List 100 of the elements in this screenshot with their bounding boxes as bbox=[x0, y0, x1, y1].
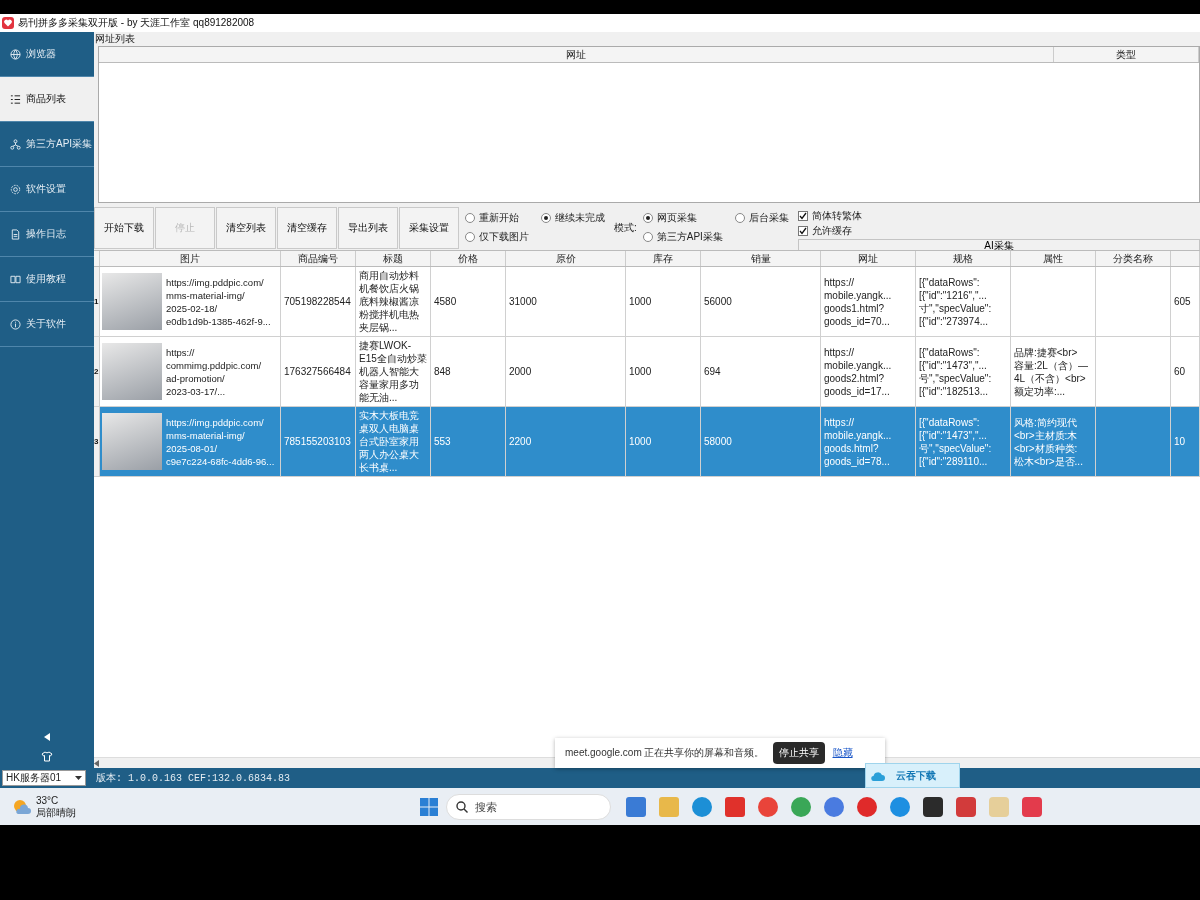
url-list-label: 网址列表 bbox=[94, 32, 135, 46]
stock-cell: 1000 bbox=[626, 407, 701, 476]
title-cell: 捷赛LWOK-E15全自动炒菜机器人智能大容量家用多功能无油... bbox=[356, 337, 431, 406]
photo-placeholder bbox=[102, 273, 162, 330]
settings-icon bbox=[10, 183, 21, 195]
radio-button[interactable] bbox=[541, 213, 551, 223]
book-icon bbox=[10, 273, 21, 285]
product-id-cell: 176327566484 bbox=[281, 337, 356, 406]
sidebar-item[interactable]: 第三方API采集 bbox=[0, 122, 94, 167]
checkbox[interactable] bbox=[797, 226, 808, 236]
image-url-text: https://img.pddpic.com/ mms-material-img/ 2025-08-01/ c9e7c224-68fc-4dd6-96... bbox=[166, 415, 275, 468]
checkbox-option[interactable]: 简体转繁体 bbox=[797, 209, 1200, 223]
original-price-cell: 31000 bbox=[506, 267, 626, 336]
attributes-cell: 风格:简约现代 <br>主材质:木 <br>材质种类: 松木<br>是否... bbox=[1011, 407, 1096, 476]
title-cell: 商用自动炒料机餐饮店火锅底料辣椒酱凉粉搅拌机电热夹层锅... bbox=[356, 267, 431, 336]
original-price-cell: 2200 bbox=[506, 407, 626, 476]
sidebar-item[interactable]: 软件设置 bbox=[0, 167, 94, 212]
product-row[interactable] bbox=[94, 337, 1200, 407]
row-number: 1 bbox=[94, 267, 100, 336]
column-header: 属性 bbox=[1011, 251, 1096, 266]
table-cell: 605 bbox=[1171, 267, 1200, 336]
price-cell: 553 bbox=[431, 407, 506, 476]
product-row[interactable] bbox=[94, 407, 1200, 477]
table-cell: 60 bbox=[1171, 337, 1200, 406]
row-number: 3 bbox=[94, 407, 100, 476]
server-dropdown[interactable]: HK服务器01 bbox=[2, 770, 86, 786]
row-number: 2 bbox=[94, 337, 100, 406]
column-header: 商品编号 bbox=[281, 251, 356, 266]
radio-option[interactable]: 网页采集 bbox=[642, 211, 723, 225]
photo-placeholder bbox=[102, 343, 162, 400]
column-header: 库存 bbox=[626, 251, 701, 266]
photo-placeholder bbox=[102, 413, 162, 470]
toolbar-button[interactable]: 采集设置 bbox=[399, 206, 459, 249]
radio-option[interactable]: 后台采集 bbox=[734, 211, 789, 225]
spec-cell: [{"dataRows": [{"id":"1473","... 号","specValue": [{"id":"289110... bbox=[916, 407, 1011, 476]
column-header: 网址 bbox=[821, 251, 916, 266]
app-icon[interactable] bbox=[922, 796, 943, 817]
product-id-cell: 785155203103 bbox=[281, 407, 356, 476]
collapse-caret-icon[interactable] bbox=[44, 733, 50, 741]
column-header: 类型 bbox=[1054, 47, 1199, 62]
toolbar-button[interactable]: 清空缓存 bbox=[277, 206, 337, 249]
radio-button[interactable] bbox=[465, 213, 475, 223]
nodes-icon bbox=[10, 138, 21, 150]
stop-sharing-button[interactable]: 停止共享 bbox=[772, 742, 825, 764]
radio-option[interactable]: 仅下载图片 bbox=[465, 230, 529, 244]
window-title: 易刊拼多多采集双开版 - by 天涯工作室 qq891282008 bbox=[18, 16, 255, 30]
radio-option[interactable]: 继续未完成 bbox=[541, 211, 605, 225]
radio-button[interactable] bbox=[642, 213, 653, 223]
image-url-text: https:// commimg.pddpic.com/ ad-promotion/ 2023-03-17/... bbox=[166, 345, 262, 398]
weather-widget[interactable]: 33°C 局部晴朗 bbox=[36, 794, 76, 819]
url-cell: https:// mobile.yangk... goods2.html? goods_id=17... bbox=[821, 337, 916, 406]
toolbar-button[interactable]: 开始下载 bbox=[94, 206, 154, 249]
column-header: 分类名称 bbox=[1096, 251, 1171, 266]
radio-option[interactable]: 第三方API采集 bbox=[642, 230, 723, 244]
column-header: 销量 bbox=[701, 251, 821, 266]
spec-cell: [{"dataRows": [{"id":"1216","... 寸","specValue": [{"id":"273974... bbox=[916, 267, 1011, 336]
info-icon bbox=[10, 318, 21, 330]
original-price-cell: 2000 bbox=[506, 337, 626, 406]
checkbox-option[interactable]: 允许缓存 bbox=[797, 224, 1200, 238]
radio-button[interactable] bbox=[465, 232, 475, 242]
list-icon bbox=[10, 93, 21, 105]
sales-cell: 58000 bbox=[701, 407, 821, 476]
image-url-text: https://img.pddpic.com/ mms-material-img/ 2025-02-18/ e0db1d9b-1385-462f-9... bbox=[166, 275, 271, 328]
column-header: 价格 bbox=[431, 251, 506, 266]
checkbox[interactable] bbox=[797, 211, 808, 221]
shirt-icon[interactable] bbox=[41, 751, 53, 762]
radio-button[interactable] bbox=[734, 213, 745, 223]
taskbar-search-field[interactable]: 搜索 bbox=[446, 793, 611, 820]
weather-sun-cloud-icon[interactable] bbox=[12, 797, 32, 816]
document-icon bbox=[10, 228, 21, 240]
price-cell: 848 bbox=[431, 337, 506, 406]
sales-cell: 694 bbox=[701, 337, 821, 406]
hide-link[interactable]: 隐藏 bbox=[832, 746, 853, 760]
dropdown-caret-icon bbox=[75, 776, 82, 780]
sidebar-item[interactable]: 商品列表 bbox=[0, 77, 94, 122]
product-id-cell: 705198228544 bbox=[281, 267, 356, 336]
column-header: 标题 bbox=[356, 251, 431, 266]
product-row[interactable] bbox=[94, 267, 1200, 337]
share-message: meet.google.com 正在共享你的屏幕和音频。 bbox=[565, 746, 765, 760]
attributes-cell: 品牌:捷赛<br> 容量:2L（含）— 4L（不含）<br> 额定功率:... bbox=[1011, 337, 1096, 406]
spec-cell: [{"dataRows": [{"id":"1473","... 号","specValue": [{"id":"182513... bbox=[916, 337, 1011, 406]
url-cell: https:// mobile.yangk... goods1.html? goods_id=70... bbox=[821, 267, 916, 336]
mode-label: 模式: bbox=[614, 220, 637, 235]
radio-option[interactable]: 重新开始 bbox=[465, 211, 529, 225]
column-header: 原价 bbox=[506, 251, 626, 266]
url-cell: https:// mobile.yangk... goods.html? goods_id=78... bbox=[821, 407, 916, 476]
table-cell: 10 bbox=[1171, 407, 1200, 476]
title-cell: 实木大板电竞桌双人电脑桌台式卧室家用两人办公桌大长书桌... bbox=[356, 407, 431, 476]
column-header: 规格 bbox=[916, 251, 1011, 266]
windows-start-icon[interactable] bbox=[420, 797, 438, 816]
radio-button[interactable] bbox=[642, 232, 653, 242]
toolbar-button[interactable]: 导出列表 bbox=[338, 206, 398, 249]
toolbar-button[interactable]: 清空列表 bbox=[216, 206, 276, 249]
version-text: 版本: 1.0.0.163 CEF:132.0.6834.83 bbox=[96, 772, 291, 785]
download-widget[interactable]: 云吞下载 bbox=[865, 763, 960, 788]
price-cell: 4580 bbox=[431, 267, 506, 336]
search-icon bbox=[456, 800, 468, 813]
globe-icon bbox=[10, 48, 21, 60]
column-header: 网址 bbox=[99, 47, 1054, 62]
stock-cell: 1000 bbox=[626, 337, 701, 406]
